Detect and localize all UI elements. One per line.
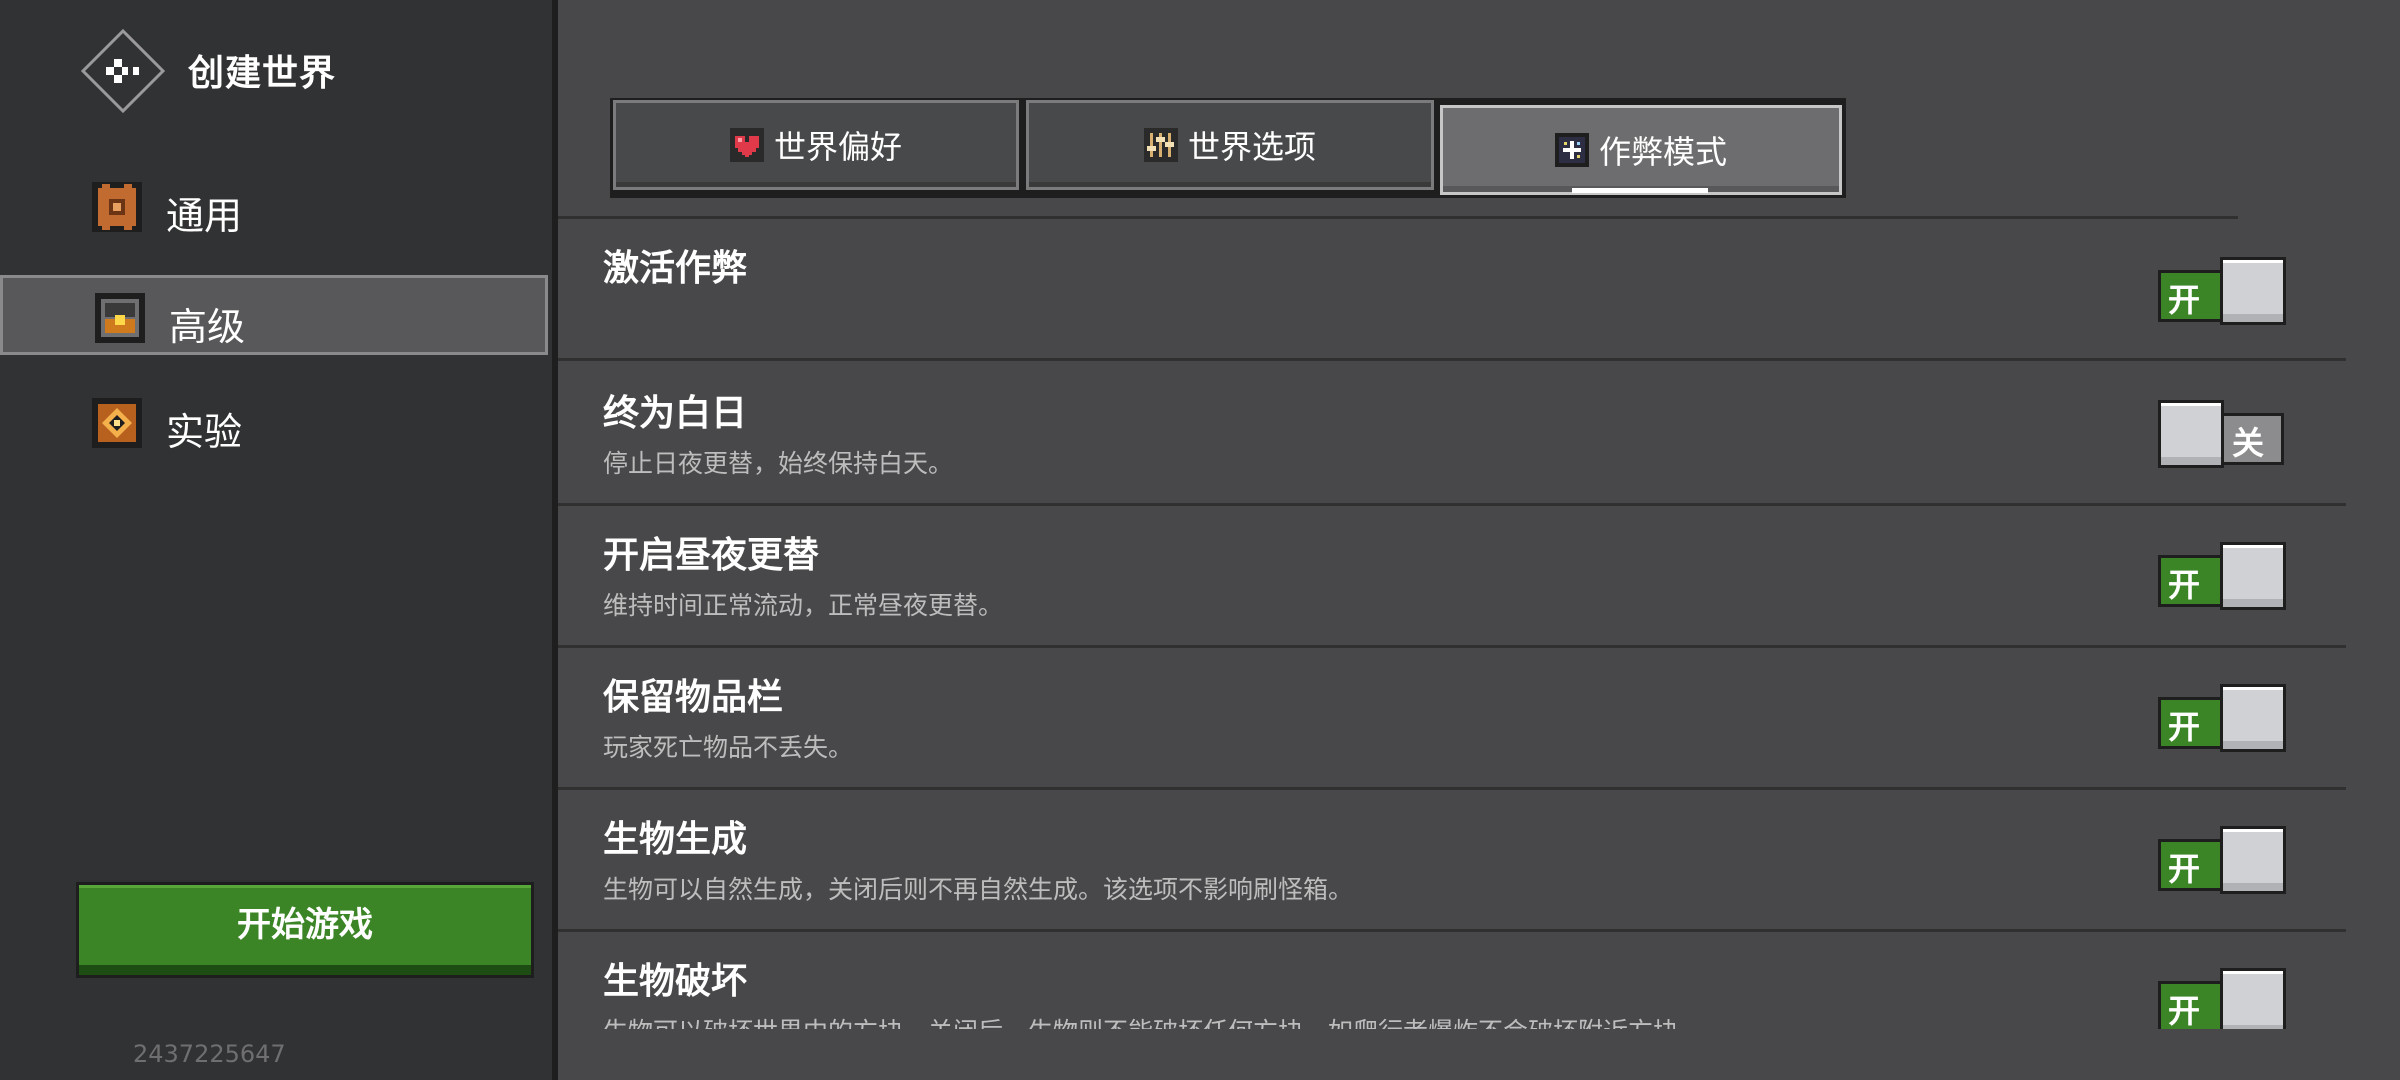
toggle-knob — [2158, 400, 2224, 468]
setting-title: 生物生成 — [603, 819, 748, 860]
setting-title: 终为白日 — [603, 393, 748, 434]
toggle-state-label: 开 — [2168, 566, 2201, 604]
sidebar-item-advanced[interactable]: 高级 — [0, 275, 548, 355]
setting-description: 玩家死亡物品不丢失。 — [603, 733, 854, 762]
sliders-icon — [1143, 128, 1178, 162]
toggle-knob — [2220, 684, 2286, 752]
tab-cheats[interactable]: 作弊模式 — [1440, 105, 1842, 195]
tab-label: 作弊模式 — [1598, 133, 1727, 171]
toggle-state-label: 开 — [2168, 992, 2201, 1029]
setting-description: 维持时间正常流动，正常昼夜更替。 — [603, 591, 1004, 620]
toggle-state-label: 开 — [2168, 281, 2201, 319]
setting-title: 开启昼夜更替 — [603, 535, 820, 576]
active-tab-indicator — [1572, 188, 1708, 193]
world-seed: 2437225647 — [133, 1040, 286, 1068]
toggle-knob — [2220, 968, 2286, 1029]
setting-row-activate-cheats: 激活作弊 开 — [558, 219, 2346, 361]
sidebar-item-experiments[interactable]: 实验 — [0, 383, 548, 463]
toggle-activate-cheats[interactable]: 开 — [2158, 257, 2288, 331]
toggle-knob — [2220, 826, 2286, 894]
toggle-always-day[interactable]: 关 — [2158, 400, 2288, 474]
toggle-knob — [2220, 257, 2286, 325]
tab-world-preferences[interactable]: 世界偏好 — [613, 100, 1019, 190]
tab-label: 世界选项 — [1187, 128, 1316, 166]
settings-list[interactable]: 激活作弊 开 终为白日 停止日夜更替，始终保持白天。 关 开启昼夜更替 维持时间… — [558, 219, 2346, 1029]
toggle-state-label: 开 — [2168, 850, 2201, 888]
back-arrow-icon — [80, 28, 166, 114]
toggle-knob — [2220, 542, 2286, 610]
setting-description: 生物可以自然生成，关闭后则不再自然生成。该选项不影响刷怪箱。 — [603, 875, 1354, 904]
sidebar-item-label: 通用 — [166, 194, 243, 238]
setting-description: 生物可以破坏世界中的方块，关闭后，生物则不能破坏任何方块，如爬行者爆炸不会破坏附… — [603, 1012, 1703, 1029]
sidebar-item-general[interactable]: 通用 — [0, 167, 548, 247]
sidebar: 创建世界 通用 高级 实验 开始游戏 2437225647 — [0, 0, 552, 1080]
setting-title: 保留物品栏 — [603, 677, 784, 718]
setting-row-daylight-cycle: 开启昼夜更替 维持时间正常流动，正常昼夜更替。 开 — [558, 506, 2346, 648]
toggle-state-label: 开 — [2168, 708, 2201, 746]
toggle-mob-griefing[interactable]: 开 — [2158, 968, 2288, 1029]
setting-title: 生物破坏 — [603, 961, 748, 1002]
setting-row-mob-spawning: 生物生成 生物可以自然生成，关闭后则不再自然生成。该选项不影响刷怪箱。 开 — [558, 790, 2346, 932]
chest-icon — [95, 293, 145, 343]
heart-icon — [729, 128, 764, 162]
tab-world-options[interactable]: 世界选项 — [1026, 100, 1434, 190]
sidebar-item-label: 实验 — [166, 410, 243, 454]
setting-title: 激活作弊 — [603, 248, 748, 289]
flask-icon — [92, 398, 142, 448]
page-title: 创建世界 — [188, 53, 337, 94]
gear-icon — [92, 182, 142, 232]
setting-row-keep-inventory: 保留物品栏 玩家死亡物品不丢失。 开 — [558, 648, 2346, 790]
toggle-daylight-cycle[interactable]: 开 — [2158, 542, 2288, 616]
tab-label: 世界偏好 — [773, 128, 902, 166]
back-button[interactable] — [80, 28, 166, 114]
setting-row-always-day: 终为白日 停止日夜更替，始终保持白天。 关 — [558, 364, 2346, 506]
setting-row-mob-griefing: 生物破坏 生物可以破坏世界中的方块，关闭后，生物则不能破坏任何方块，如爬行者爆炸… — [558, 932, 2346, 1029]
sparkle-icon — [1554, 133, 1589, 167]
toggle-keep-inventory[interactable]: 开 — [2158, 684, 2288, 758]
setting-description: 停止日夜更替，始终保持白天。 — [603, 449, 954, 478]
toggle-state-label: 关 — [2232, 424, 2265, 462]
sidebar-item-label: 高级 — [169, 305, 246, 349]
start-game-button[interactable]: 开始游戏 — [76, 882, 534, 978]
toggle-mob-spawning[interactable]: 开 — [2158, 826, 2288, 900]
